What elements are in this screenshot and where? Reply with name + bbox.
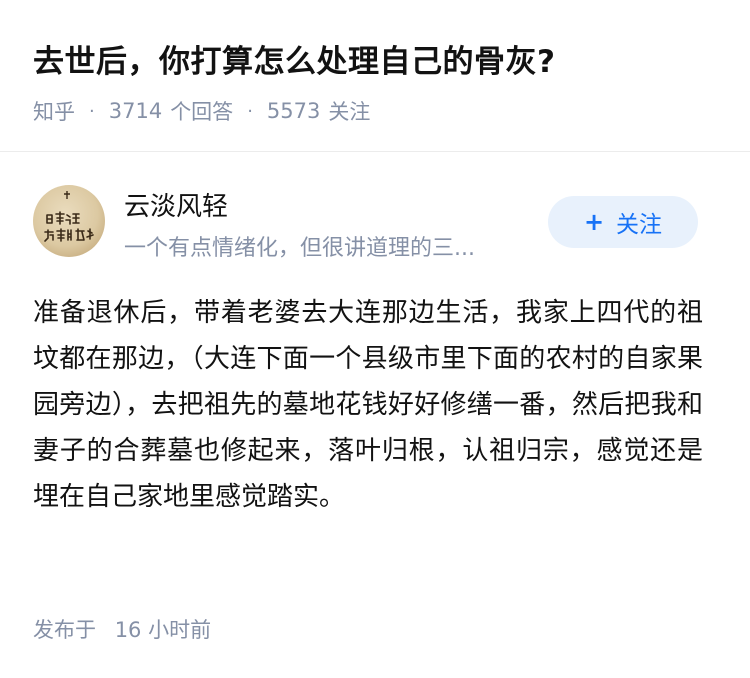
avatar[interactable] bbox=[33, 185, 105, 257]
author-card: 云淡风轻 一个有点情绪化，但很讲道理的三... + 关注 bbox=[0, 152, 750, 272]
follows-count: 5573 bbox=[266, 99, 321, 123]
author-bio: 一个有点情绪化，但很讲道理的三... bbox=[124, 236, 475, 261]
meta-separator: · bbox=[247, 100, 253, 122]
follow-button-label: 关注 bbox=[616, 212, 663, 238]
source-label[interactable]: 知乎 bbox=[33, 96, 75, 126]
follow-button[interactable]: + 关注 bbox=[548, 196, 698, 248]
plus-icon: + bbox=[583, 208, 605, 236]
question-meta: 知乎 · 3714 个回答 · 5573 关注 bbox=[33, 96, 370, 126]
published-label: 发布于 bbox=[33, 618, 96, 642]
meta-separator: · bbox=[89, 100, 95, 122]
published-time: 16 小时前 bbox=[114, 618, 212, 642]
question-header: 去世后，你打算怎么处理自己的骨灰? 知乎 · 3714 个回答 · 5573 关… bbox=[0, 0, 750, 152]
avatar-calligraphy-image bbox=[44, 191, 94, 242]
answer-content[interactable]: 准备退休后，带着老婆去大连那边生活，我家上四代的祖坟都在那边，（大连下面一个县级… bbox=[33, 290, 703, 520]
answer-footer: 发布于 16 小时前 bbox=[33, 614, 211, 644]
question-title[interactable]: 去世后，你打算怎么处理自己的骨灰? bbox=[33, 36, 555, 81]
answers-count: 3714 bbox=[108, 99, 163, 123]
follows-label[interactable]: 关注 bbox=[328, 96, 370, 126]
answers-label[interactable]: 个回答 bbox=[170, 96, 233, 126]
author-name[interactable]: 云淡风轻 bbox=[124, 186, 228, 223]
